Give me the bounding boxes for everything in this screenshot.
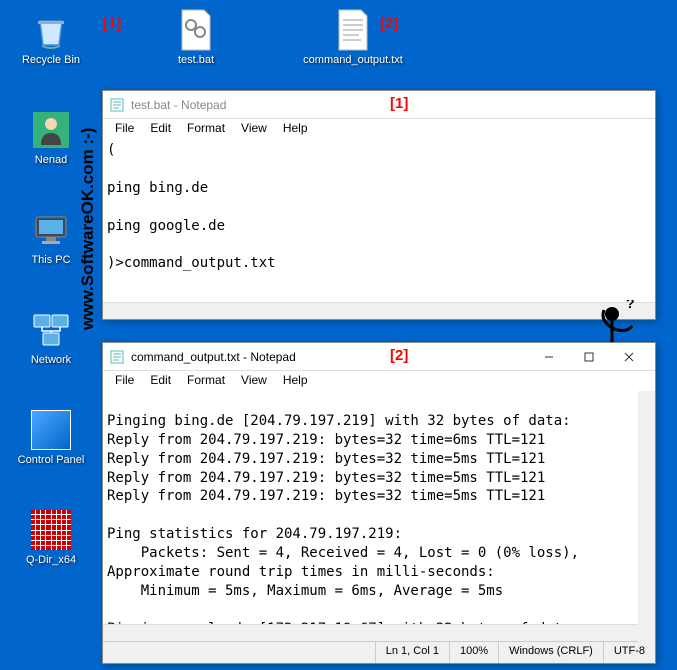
status-eol: Windows (CRLF) — [498, 642, 603, 663]
menubar: File Edit Format View Help — [103, 119, 655, 139]
notepad-icon — [109, 349, 125, 365]
menu-edit[interactable]: Edit — [142, 119, 179, 139]
icon-label: Network — [31, 354, 71, 367]
menubar: File Edit Format View Help — [103, 371, 655, 391]
icon-label: test.bat — [178, 54, 214, 67]
desktop-icon-qdir[interactable]: Q-Dir_x64 — [15, 508, 87, 567]
icon-label: Control Panel — [18, 454, 85, 467]
notepad-window-output[interactable]: command_output.txt - Notepad File Edit F… — [102, 342, 656, 664]
qdir-icon — [29, 508, 73, 552]
notepad-window-testbat[interactable]: test.bat - Notepad File Edit Format View… — [102, 90, 656, 320]
menu-view[interactable]: View — [233, 119, 275, 139]
icon-label: Recycle Bin — [22, 54, 80, 67]
annotation-1-desktop: [1] — [103, 15, 121, 32]
status-position: Ln 1, Col 1 — [375, 642, 449, 663]
desktop-icon-nenad[interactable]: Nenad — [15, 108, 87, 167]
scrollbar-vertical[interactable] — [638, 391, 655, 646]
annotation-2-window: [2] — [390, 347, 408, 364]
statusbar: Ln 1, Col 1 100% Windows (CRLF) UTF-8 — [103, 641, 655, 663]
text-content[interactable]: Pinging bing.de [204.79.197.219] with 32… — [103, 391, 655, 624]
recycle-bin-icon — [29, 8, 73, 52]
network-icon — [29, 308, 73, 352]
control-panel-icon — [29, 408, 73, 452]
txt-file-icon — [331, 8, 375, 52]
scrollbar-horizontal[interactable] — [103, 624, 655, 641]
icon-label: Nenad — [35, 154, 67, 167]
menu-edit[interactable]: Edit — [142, 371, 179, 391]
svg-text:?: ? — [626, 300, 635, 311]
annotation-1-window: [1] — [390, 95, 408, 112]
desktop-icon-network[interactable]: Network — [15, 308, 87, 367]
icon-label: command_output.txt — [303, 54, 403, 67]
menu-format[interactable]: Format — [179, 371, 233, 391]
menu-format[interactable]: Format — [179, 119, 233, 139]
watermark-side: www.SoftwareOK.com :-) — [78, 128, 98, 330]
close-button[interactable] — [609, 344, 649, 370]
desktop-icon-control-panel[interactable]: Control Panel — [15, 408, 87, 467]
status-zoom: 100% — [449, 642, 498, 663]
bat-file-icon — [174, 8, 218, 52]
icon-label: This PC — [31, 254, 70, 267]
icon-label: Q-Dir_x64 — [26, 554, 76, 567]
titlebar[interactable]: command_output.txt - Notepad — [103, 343, 655, 371]
notepad-icon — [109, 97, 125, 113]
titlebar[interactable]: test.bat - Notepad — [103, 91, 655, 119]
menu-help[interactable]: Help — [275, 119, 316, 139]
minimize-button[interactable] — [529, 344, 569, 370]
maximize-button[interactable] — [569, 344, 609, 370]
text-content[interactable]: ( ping bing.de ping google.de )>command_… — [103, 139, 655, 302]
desktop-icon-this-pc[interactable]: This PC — [15, 208, 87, 267]
user-icon — [29, 108, 73, 152]
window-title: command_output.txt - Notepad — [131, 350, 529, 364]
menu-file[interactable]: File — [107, 119, 142, 139]
annotation-2-desktop: [2] — [380, 15, 398, 32]
scrollbar-horizontal[interactable] — [103, 302, 655, 319]
menu-view[interactable]: View — [233, 371, 275, 391]
desktop-icon-test-bat[interactable]: test.bat — [160, 8, 232, 67]
menu-help[interactable]: Help — [275, 371, 316, 391]
desktop-icon-recycle-bin[interactable]: Recycle Bin — [15, 8, 87, 67]
this-pc-icon — [29, 208, 73, 252]
menu-file[interactable]: File — [107, 371, 142, 391]
